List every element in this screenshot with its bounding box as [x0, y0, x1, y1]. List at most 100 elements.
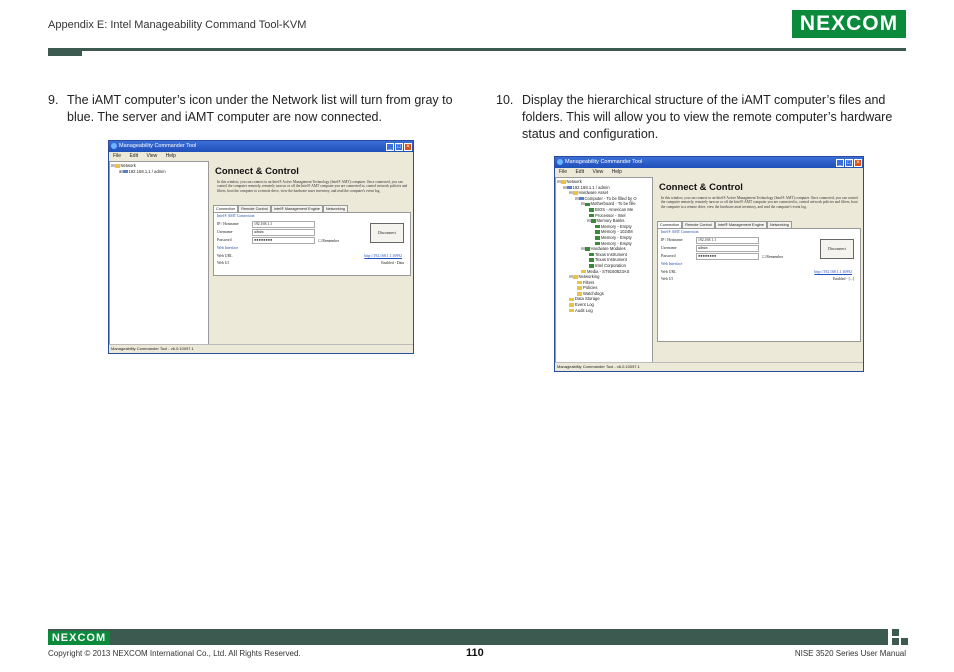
- window-title: Manageability Commander Tool: [565, 159, 643, 165]
- tab-networking[interactable]: Networking: [322, 205, 348, 213]
- memory-icon: [590, 219, 596, 223]
- group-connection: Intel® AMT Connection: [661, 230, 699, 235]
- ip-field[interactable]: 192.168.1.1: [252, 221, 315, 229]
- ip-label: IP / Hostname: [217, 222, 239, 227]
- folder-icon: [569, 303, 574, 307]
- minimize-icon[interactable]: _: [836, 159, 844, 167]
- webui-select[interactable]: Enabled - [...]: [833, 277, 854, 281]
- window-titlebar: Manageability Commander Tool _ □ ×: [555, 157, 863, 168]
- maximize-icon[interactable]: □: [845, 159, 853, 167]
- menu-help[interactable]: Help: [612, 169, 622, 175]
- tab-management-engine[interactable]: Intel® Management Engine: [714, 221, 767, 229]
- tab-remote-control[interactable]: Remote Control: [238, 205, 271, 213]
- webui-select[interactable]: Enabled - Data: [381, 261, 404, 265]
- connection-tab-body: Intel® AMT Connection IP / Hostname 192.…: [657, 228, 861, 343]
- module-icon: [589, 258, 594, 262]
- step-text: Display the hierarchical structure of th…: [522, 93, 893, 141]
- menu-help[interactable]: Help: [166, 153, 176, 159]
- hierarchy-tree: ⊟ Network ⊟ 192.168.1.1 / admin ⊟ Hardware …: [555, 177, 653, 363]
- nexcom-logo: NEXCOM: [792, 10, 906, 38]
- username-field[interactable]: admin: [696, 245, 759, 253]
- chip-icon: [589, 213, 594, 218]
- header-accent-block: [48, 48, 82, 56]
- tree-item[interactable]: Audit Log: [557, 308, 651, 314]
- folder-icon: [560, 180, 566, 184]
- computer-icon: [566, 185, 572, 190]
- footer-square: [901, 638, 908, 645]
- window-titlebar: Manageability Commander Tool _ □ ×: [109, 141, 413, 152]
- tab-connection[interactable]: Connection: [213, 205, 239, 213]
- memory-icon: [595, 241, 600, 246]
- description: In this window, you can connect to an In…: [661, 196, 858, 209]
- group-web: Web Interface: [661, 262, 683, 267]
- network-tree: ⊟ Network ⊞ 192.168.1.1 / admin: [109, 161, 209, 345]
- ip-field[interactable]: 192.168.1.1: [696, 237, 759, 245]
- tab-management-engine[interactable]: Intel® Management Engine: [270, 205, 323, 213]
- copyright: Copyright © 2013 NEXCOM International Co…: [48, 649, 301, 658]
- tab-connection[interactable]: Connection: [657, 221, 683, 229]
- page-title: Connect & Control: [215, 166, 299, 177]
- manual-title: NISE 3520 Series User Manual: [794, 649, 906, 658]
- maximize-icon[interactable]: □: [395, 143, 403, 151]
- status-bar: Manageability Commander Tool - v6.0.1009…: [555, 362, 863, 371]
- folder-icon: [572, 191, 578, 195]
- menu-view[interactable]: View: [146, 153, 157, 159]
- password-label: Password: [217, 238, 232, 243]
- tab-bar: Connection Remote Control Intel® Managemen…: [213, 205, 413, 213]
- weburl-label: Web URL: [661, 270, 677, 275]
- menu-view[interactable]: View: [592, 169, 603, 175]
- page-number: 110: [466, 647, 484, 659]
- remember-checkbox[interactable]: ☐ Remember: [318, 238, 339, 243]
- close-icon[interactable]: ×: [404, 143, 412, 151]
- footer-square: [892, 629, 899, 636]
- description: In this window, you can connect to an In…: [217, 180, 408, 193]
- memory-icon: [595, 224, 600, 229]
- main-panel: Connect & Control In this window, you ca…: [655, 177, 863, 363]
- username-label: Username: [661, 246, 677, 251]
- status-bar: Manageability Commander Tool - v6.0.1009…: [109, 344, 413, 353]
- app-icon: [111, 143, 117, 149]
- footer-rule: [48, 629, 888, 645]
- disconnect-button[interactable]: Disconnect: [820, 239, 854, 260]
- screenshot-connected: Manageability Commander Tool _ □ × File Ed…: [108, 140, 414, 354]
- password-field[interactable]: ●●●●●●●●: [252, 237, 315, 245]
- weburl-link[interactable]: http://192.168.1.1:16992: [364, 254, 402, 258]
- main-panel: Connect & Control In this window, you ca…: [211, 161, 413, 345]
- remember-checkbox[interactable]: ☐ Remember: [762, 254, 783, 259]
- chip-icon: [589, 208, 594, 212]
- tree-item-host[interactable]: ⊞ 192.168.1.1 / admin: [111, 169, 207, 175]
- password-label: Password: [661, 254, 676, 259]
- menu-file[interactable]: File: [113, 153, 121, 159]
- memory-icon: [595, 230, 600, 234]
- webui-label: Web UI: [661, 277, 673, 282]
- folder-icon: [569, 297, 574, 302]
- username-field[interactable]: admin: [252, 229, 315, 237]
- module-icon: [584, 247, 590, 251]
- disk-icon: [581, 269, 586, 274]
- minimize-icon[interactable]: _: [386, 143, 394, 151]
- folder-icon: [577, 292, 582, 296]
- header-rule: [82, 48, 906, 51]
- header-title: Appendix E: Intel Manageability Command …: [48, 19, 307, 31]
- group-web: Web Interface: [217, 246, 239, 251]
- menu-edit[interactable]: Edit: [575, 169, 584, 175]
- close-icon[interactable]: ×: [854, 159, 862, 167]
- menu-file[interactable]: File: [559, 169, 567, 175]
- folder-icon: [572, 275, 578, 279]
- disconnect-button[interactable]: Disconnect: [370, 223, 404, 244]
- step-number: 10.: [496, 93, 514, 107]
- folder-icon: [569, 308, 574, 313]
- computer-icon: [578, 196, 584, 201]
- module-icon: [589, 264, 594, 268]
- weburl-link[interactable]: http://192.168.1.1:16992: [814, 270, 852, 274]
- password-field[interactable]: ●●●●●●●●: [696, 253, 759, 261]
- tab-networking[interactable]: Networking: [766, 221, 792, 229]
- tab-remote-control[interactable]: Remote Control: [682, 221, 715, 229]
- folder-icon: [577, 280, 582, 285]
- menu-edit[interactable]: Edit: [129, 153, 138, 159]
- module-icon: [589, 252, 594, 257]
- step-9: 9. The iAMT computer’s icon under the Ne…: [48, 92, 460, 126]
- step-text: The iAMT computer’s icon under the Netwo…: [67, 93, 453, 124]
- webui-label: Web UI: [217, 261, 229, 266]
- step-10: 10. Display the hierarchical structure o…: [496, 92, 906, 143]
